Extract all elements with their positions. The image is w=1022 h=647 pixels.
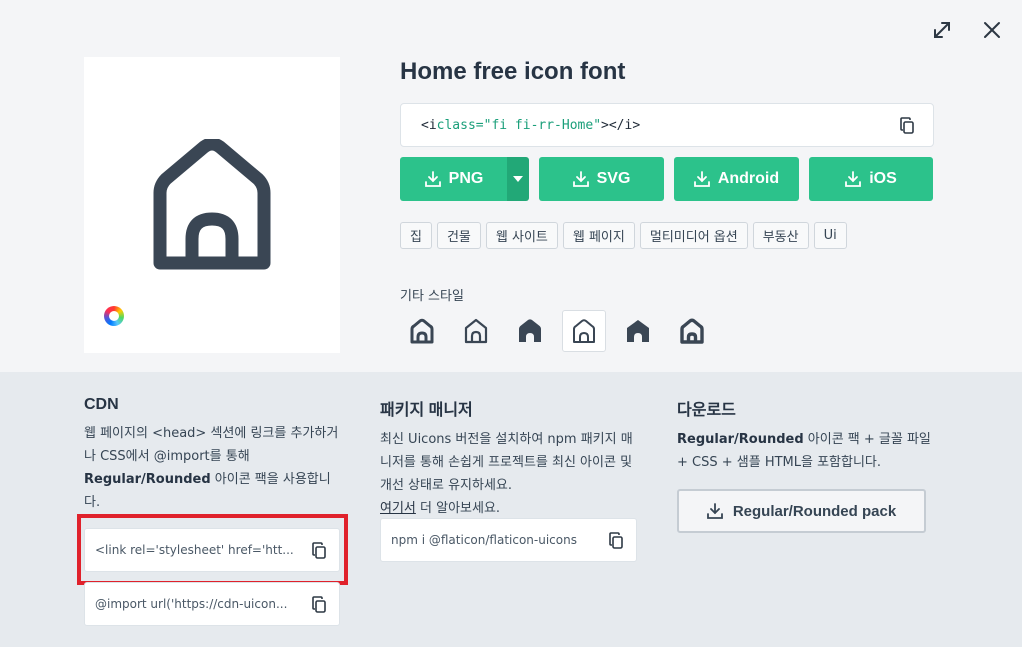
cdn-section: CDN 웹 페이지의 <head> 섹션에 링크를 추가하거나 CSS에서 @i… xyxy=(84,396,340,514)
cdn-import-snippet[interactable]: @import url('https://cdn-uicon... xyxy=(84,582,340,626)
home-solid-icon xyxy=(519,319,541,342)
home-icon xyxy=(153,139,271,270)
cdn-desc-text: 웹 페이지의 <head> 섹션에 링크를 추가하거나 CSS에서 @impor… xyxy=(84,426,339,464)
download-icon xyxy=(706,503,723,519)
tag-list: 집 건물 웹 사이트 웹 페이지 멀티미디어 옵션 부동산 Ui xyxy=(400,222,847,249)
cdn-desc-bold: Regular/Rounded xyxy=(84,472,211,487)
png-options-button[interactable] xyxy=(507,157,529,201)
ios-label: iOS xyxy=(869,170,897,187)
color-picker-icon[interactable] xyxy=(104,306,124,326)
highlight-box xyxy=(77,514,348,585)
android-label: Android xyxy=(717,170,780,187)
style-bold-rounded[interactable] xyxy=(670,310,714,352)
close-icon[interactable] xyxy=(980,18,1004,42)
icon-code-snippet[interactable]: <i class="fi fi-rr-Home" ></i> xyxy=(400,103,934,147)
copy-icon[interactable] xyxy=(608,532,624,553)
download-icon xyxy=(693,171,710,187)
svg-download-button[interactable]: SVG xyxy=(539,157,664,201)
download-icon xyxy=(572,171,589,187)
cdn-import-text: @import url('https://cdn-uicon... xyxy=(95,597,288,611)
icon-preview xyxy=(84,57,340,353)
package-title: 패키지 매니저 xyxy=(380,402,473,419)
tag-chip[interactable]: 집 xyxy=(400,222,432,249)
copy-icon[interactable] xyxy=(311,596,327,617)
code-close-tag: ></i> xyxy=(601,117,641,133)
ios-download-button[interactable]: iOS xyxy=(809,157,933,201)
download-desc-bold: Regular/Rounded xyxy=(677,432,804,447)
icon-detail-modal: Home free icon font <i class="fi fi-rr-H… xyxy=(0,0,1022,647)
home-icon xyxy=(680,318,704,344)
npm-command-text: npm i @flaticon/flaticon-uicons xyxy=(391,533,577,547)
png-label: PNG xyxy=(448,170,484,187)
tag-chip[interactable]: 웹 페이지 xyxy=(562,222,635,249)
cdn-title: CDN xyxy=(84,396,119,413)
chevron-down-icon xyxy=(513,176,523,182)
download-icon xyxy=(424,171,441,187)
code-open-tag: <i xyxy=(421,117,437,133)
style-regular-rounded[interactable] xyxy=(400,310,444,352)
style-solid-straight[interactable] xyxy=(616,310,660,352)
svg-label: SVG xyxy=(596,170,631,187)
code-class-attr: class="fi fi-rr-Home" xyxy=(436,117,602,133)
package-description: 최신 Uicons 버전을 설치하여 npm 패키지 매니저를 통해 손쉽게 프… xyxy=(380,428,642,520)
copy-icon[interactable] xyxy=(899,117,915,139)
learn-more-link[interactable]: 여기서 xyxy=(380,501,416,516)
icon-title: Home free icon font xyxy=(400,58,626,85)
expand-icon[interactable] xyxy=(930,18,954,42)
tag-chip[interactable]: Ui xyxy=(813,222,847,249)
png-download-button[interactable]: PNG xyxy=(400,157,508,201)
style-regular-selected[interactable] xyxy=(562,310,606,352)
npm-snippet[interactable]: npm i @flaticon/flaticon-uicons xyxy=(380,518,637,562)
download-pack-button[interactable]: Regular/Rounded pack xyxy=(677,489,926,533)
download-icon xyxy=(845,171,862,187)
tag-chip[interactable]: 부동산 xyxy=(752,222,809,249)
learn-more-suffix: 더 알아보세요. xyxy=(415,501,501,516)
style-regular-straight[interactable] xyxy=(454,310,498,352)
home-icon xyxy=(410,318,434,344)
pack-button-label: Regular/Rounded pack xyxy=(732,502,897,520)
download-description: Regular/Rounded 아이콘 팩 + 글꼴 파일 + CSS + 샘플… xyxy=(677,428,937,474)
home-icon xyxy=(464,318,488,344)
style-solid-rounded[interactable] xyxy=(508,310,552,352)
download-title: 다운로드 xyxy=(677,402,736,419)
icon-detail-top: Home free icon font <i class="fi fi-rr-H… xyxy=(0,0,1022,372)
download-section: 다운로드 Regular/Rounded 아이콘 팩 + 글꼴 파일 + CSS… xyxy=(677,396,937,474)
other-styles-list xyxy=(400,310,724,352)
home-icon xyxy=(573,319,595,343)
package-desc-text: 최신 Uicons 버전을 설치하여 npm 패키지 매니저를 통해 손쉽게 프… xyxy=(380,432,633,493)
cdn-description: 웹 페이지의 <head> 섹션에 링크를 추가하거나 CSS에서 @impor… xyxy=(84,422,340,514)
tag-chip[interactable]: 멀티미디어 옵션 xyxy=(639,222,748,249)
android-download-button[interactable]: Android xyxy=(674,157,799,201)
other-styles-label: 기타 스타일 xyxy=(400,289,464,304)
package-manager-section: 패키지 매니저 최신 Uicons 버전을 설치하여 npm 패키지 매니저를 … xyxy=(380,396,642,520)
home-solid-icon xyxy=(627,320,649,342)
tag-chip[interactable]: 웹 사이트 xyxy=(485,222,558,249)
tag-chip[interactable]: 건물 xyxy=(436,222,481,249)
